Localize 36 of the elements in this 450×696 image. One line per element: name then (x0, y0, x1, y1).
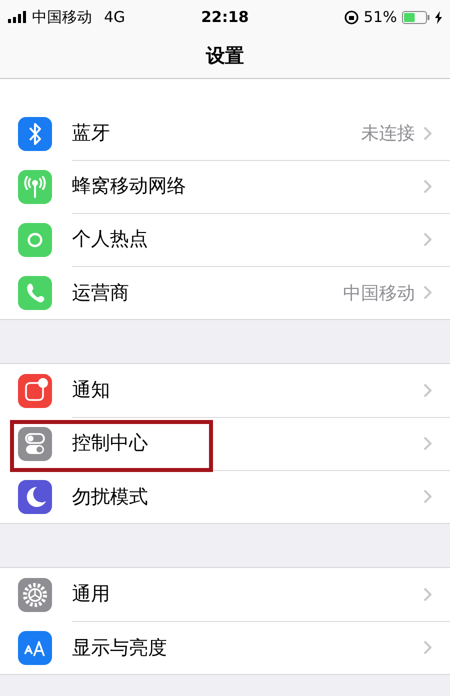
chevron-icon (423, 232, 432, 246)
chevron-icon (423, 126, 432, 140)
chevron-icon (423, 489, 432, 504)
chevron-icon (423, 436, 432, 450)
row-label: 通知 (72, 378, 111, 403)
chevron-icon (423, 640, 432, 655)
settings-row[interactable]: 蜂窝移动网络 (0, 160, 450, 213)
settings-row[interactable]: 显示与亮度 (0, 621, 450, 674)
row-value: 未连接 (361, 122, 415, 145)
row-label: 通用 (72, 582, 111, 607)
settings-row[interactable]: 个人热点 (0, 213, 450, 266)
row-label: 勿扰模式 (72, 484, 149, 510)
carrier-name: 中国移动 (32, 8, 92, 26)
battery-percent: 51% (364, 8, 397, 26)
row-label: 显示与亮度 (72, 636, 168, 660)
signal-icon (8, 11, 28, 23)
chevron-icon (423, 285, 432, 300)
page-title: 设置 (204, 44, 245, 69)
network-type: 4G (104, 8, 126, 26)
settings-row[interactable]: 控制中心 (0, 417, 450, 470)
row-value: 中国移动 (343, 282, 415, 304)
settings-row[interactable]: 勿扰模式 (0, 470, 450, 523)
row-label: 运营商 (72, 280, 130, 306)
chevron-icon (423, 382, 432, 398)
settings-row[interactable]: 运营商 中国移动 (0, 266, 450, 319)
row-label: 控制中心 (72, 431, 149, 456)
row-label: 蜂窝移动网络 (72, 174, 187, 199)
settings-row[interactable]: 通用 (0, 568, 450, 621)
chevron-icon (423, 586, 432, 602)
row-label: 蓝牙 (72, 121, 111, 146)
settings-row[interactable]: 蓝牙 未连接 (0, 107, 450, 160)
battery-icon (402, 10, 430, 24)
settings-row[interactable]: 通知 (0, 364, 450, 417)
row-label: 个人热点 (72, 227, 149, 252)
clock-time: 22:18 (201, 8, 249, 26)
chevron-icon (423, 178, 432, 194)
